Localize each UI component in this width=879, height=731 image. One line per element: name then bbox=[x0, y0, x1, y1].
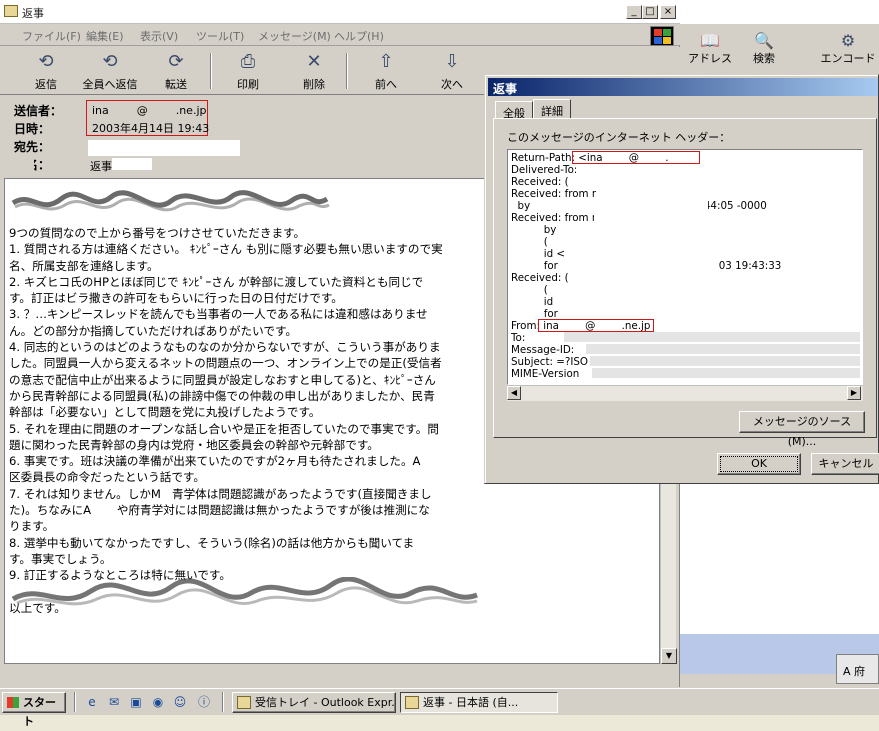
menu-bar: ファイル(F) 編集(E) 表示(V) ツール(T) メッセージ(M) ヘルプ(… bbox=[0, 24, 680, 46]
properties-dialog: 返事 全般 詳細 このメッセージのインターネット ヘッダー： Return-Pa… bbox=[484, 74, 879, 484]
reply-all-button[interactable]: ⟲ 全員へ返信 bbox=[78, 47, 142, 95]
cancel-button[interactable]: キャンセル bbox=[811, 453, 879, 475]
menu-message[interactable]: メッセージ(M) bbox=[258, 28, 331, 44]
tab-details[interactable]: 詳細 bbox=[533, 99, 571, 119]
reply-icon: ⟲ bbox=[38, 51, 54, 72]
menu-help[interactable]: ヘルプ(H) bbox=[334, 28, 384, 44]
task-inbox-outlook[interactable]: 受信トレイ - Outlook Expr... bbox=[232, 692, 396, 713]
dialog-titlebar[interactable]: 返事 bbox=[488, 78, 878, 96]
headers-hscrollbar[interactable]: ◀ ▶ bbox=[507, 385, 863, 401]
encoding-button[interactable]: ⚙ エンコード bbox=[818, 32, 878, 66]
from-label: 送信者： bbox=[14, 104, 63, 118]
forward-icon: ⟳ bbox=[168, 51, 184, 72]
redaction-scribble bbox=[11, 190, 330, 212]
background-window-titlebar bbox=[680, 0, 879, 24]
outlook-express-icon bbox=[237, 696, 251, 709]
redaction-scribble bbox=[11, 577, 478, 606]
body-line: す。事実でしょう。 bbox=[9, 551, 112, 566]
forward-button[interactable]: ⟳ 転送 bbox=[144, 47, 208, 95]
close-button[interactable]: × bbox=[660, 5, 676, 19]
print-button[interactable]: ⎙ 印刷 bbox=[216, 47, 280, 95]
delete-button[interactable]: ✕ 削除 bbox=[282, 47, 346, 95]
printer-icon: ⎙ bbox=[240, 51, 256, 72]
scroll-left-button[interactable]: ◀ bbox=[507, 386, 521, 400]
windows-logo-icon bbox=[650, 26, 674, 46]
toolbar-separator bbox=[210, 53, 212, 89]
window-title: 返事 bbox=[22, 7, 44, 20]
toolbar-separator bbox=[346, 53, 348, 89]
taskbar: スタート e ✉ ▣ ◉ ☺ ⓘ 受信トレイ - Outlook Expr...… bbox=[0, 688, 879, 728]
subject-value: 返事 bbox=[90, 160, 112, 173]
maximize-button[interactable]: □ bbox=[642, 5, 658, 19]
to-value-redacted bbox=[88, 140, 240, 156]
ok-button[interactable]: OK bbox=[717, 453, 801, 475]
reply-all-icon: ⟲ bbox=[102, 51, 118, 72]
messenger-icon[interactable]: ☺ bbox=[172, 694, 188, 710]
background-pane bbox=[680, 484, 879, 634]
up-arrow-icon: ⇧ bbox=[378, 51, 394, 72]
internet-explorer-icon[interactable]: e bbox=[84, 694, 100, 710]
body-line: 7. それは知りません。しかM 青学体は問題認識があったようです(直接聞きまし bbox=[9, 486, 432, 501]
envelope-icon bbox=[4, 5, 18, 17]
windows-logo-icon bbox=[7, 697, 19, 708]
message-window-titlebar[interactable]: 返事 _ □ × bbox=[0, 0, 680, 24]
scroll-down-button[interactable]: ▼ bbox=[661, 648, 677, 664]
internet-headers-textbox[interactable]: Return-Path: <ina @ .ne.jp> Delivered-To:… bbox=[507, 149, 863, 385]
background-mini-window[interactable]: A 府 bbox=[836, 654, 879, 684]
encoding-icon: ⚙ bbox=[840, 31, 856, 50]
body-line: た)。ちなみにA や府青学対には問題認識は無かったようですが後は推測にな bbox=[9, 503, 430, 518]
menu-file[interactable]: ファイル(F) bbox=[22, 28, 81, 44]
envelope-icon bbox=[405, 696, 419, 709]
minimize-button[interactable]: _ bbox=[626, 5, 642, 19]
find-icon: 🔍 bbox=[754, 31, 774, 50]
info-icon[interactable]: ⓘ bbox=[196, 694, 212, 710]
start-button[interactable]: スタート bbox=[2, 692, 66, 728]
to-label: 宛先： bbox=[14, 140, 51, 154]
body-line: ります。 bbox=[9, 519, 55, 534]
subject-redacted bbox=[112, 158, 152, 170]
tab-general[interactable]: 全般 bbox=[495, 101, 533, 120]
address-book-button[interactable]: 📖 アドレス bbox=[680, 32, 740, 66]
background-toolbar: 📖 アドレス 🔍 検索 ⚙ エンコード bbox=[680, 24, 879, 76]
dialog-title: 返事 bbox=[493, 82, 518, 96]
show-desktop-icon[interactable]: ▣ bbox=[128, 694, 144, 710]
date-label: 日時： bbox=[14, 122, 51, 136]
date-value: 2003年4月14日 19:43 bbox=[92, 122, 210, 135]
next-button[interactable]: ⇩ 次へ bbox=[420, 47, 484, 95]
scroll-right-button[interactable]: ▶ bbox=[847, 386, 861, 400]
address-book-icon: 📖 bbox=[700, 31, 720, 50]
menu-edit[interactable]: 編集(E) bbox=[86, 28, 124, 44]
message-source-button[interactable]: メッセージのソース(M)... bbox=[739, 411, 865, 448]
outlook-express-icon[interactable]: ✉ bbox=[106, 694, 122, 710]
headers-label: このメッセージのインターネット ヘッダー： bbox=[507, 131, 731, 144]
menu-view[interactable]: 表示(V) bbox=[140, 28, 178, 44]
from-value[interactable]: ina @ .ne.jp bbox=[92, 104, 207, 117]
down-arrow-icon: ⇩ bbox=[444, 51, 460, 72]
label-mask bbox=[14, 158, 34, 172]
return-path-highlight bbox=[572, 151, 700, 164]
find-button[interactable]: 🔍 検索 bbox=[734, 32, 794, 66]
delete-x-icon: ✕ bbox=[306, 51, 322, 72]
taskbar-separator bbox=[74, 692, 76, 712]
menu-tools[interactable]: ツール(T) bbox=[196, 28, 244, 44]
media-player-icon[interactable]: ◉ bbox=[150, 694, 166, 710]
from-header-highlight bbox=[538, 319, 654, 332]
taskbar-separator bbox=[222, 692, 224, 712]
reply-button[interactable]: ⟲ 返信 bbox=[14, 47, 78, 95]
task-reply-message[interactable]: 返事 - 日本語 (自... bbox=[400, 692, 558, 713]
previous-button[interactable]: ⇧ 前へ bbox=[354, 47, 418, 95]
body-line: 8. 選挙中も動いてなかったですし、そういう(除名)の話は他方からも聞いてま bbox=[9, 535, 415, 550]
